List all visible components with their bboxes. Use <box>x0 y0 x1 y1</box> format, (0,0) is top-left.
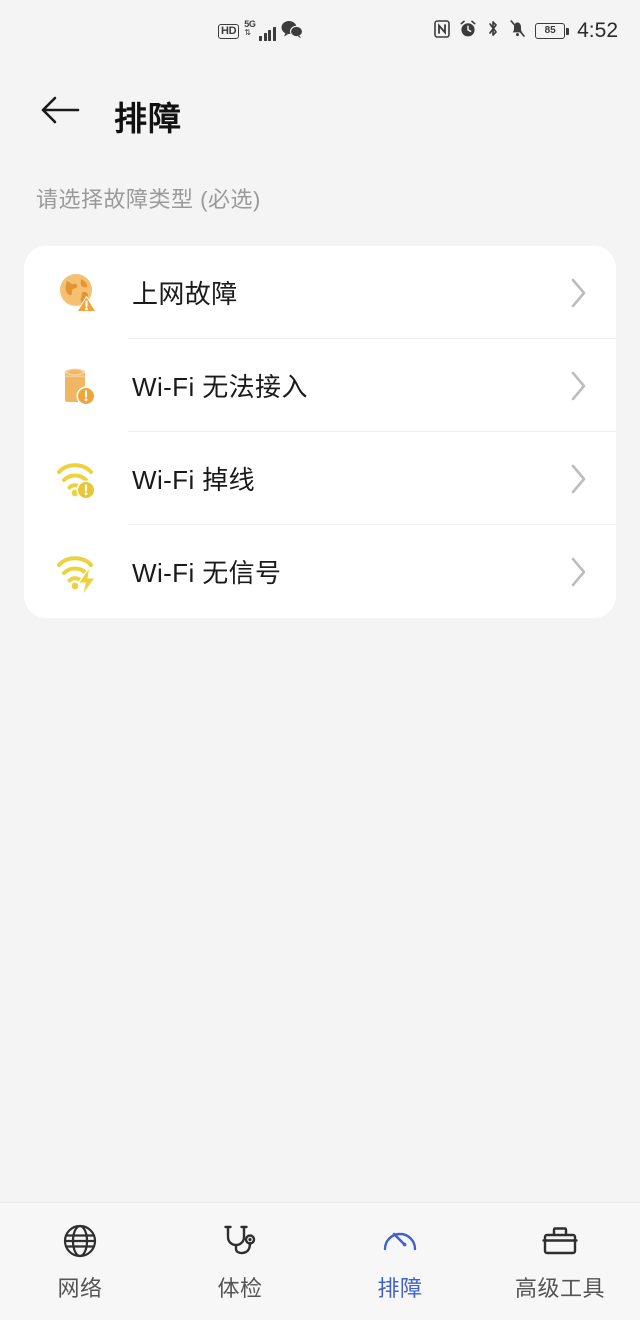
back-arrow-icon <box>39 93 81 132</box>
battery-level-label: 85 <box>545 26 556 36</box>
back-button[interactable] <box>36 88 84 136</box>
wifi-bolt-icon <box>52 546 104 598</box>
list-item-label: Wi-Fi 无法接入 <box>132 367 566 404</box>
list-item-label: 上网故障 <box>132 274 566 311</box>
clock-label: 4:52 <box>577 19 618 43</box>
nav-tab-troubleshoot[interactable]: 排障 <box>320 1203 480 1320</box>
stethoscope-icon <box>220 1221 260 1261</box>
nav-tab-checkup[interactable]: 体检 <box>160 1203 320 1320</box>
bottom-navigation-bar: 网络 体检 排障 <box>0 1202 640 1320</box>
section-label: 请选择故障类型 (必选) <box>36 182 261 214</box>
battery-icon: 85 <box>535 23 565 39</box>
nav-tab-advanced-tools[interactable]: 高级工具 <box>480 1203 640 1320</box>
toolbox-icon <box>540 1221 580 1261</box>
router-alert-icon <box>52 360 104 412</box>
wechat-icon <box>281 20 303 43</box>
data-arrows-icon: ⇅ <box>244 29 251 37</box>
fault-type-list-card: 上网故障 Wi- <box>24 246 616 618</box>
list-item-label: Wi-Fi 无信号 <box>132 553 566 590</box>
status-bar-left: HD 5G ⇅ <box>218 20 303 43</box>
gauge-icon <box>380 1221 420 1261</box>
nav-tab-label: 体检 <box>217 1271 262 1303</box>
globe-icon <box>60 1221 100 1261</box>
wifi-alert-icon <box>52 453 104 505</box>
list-item[interactable]: Wi-Fi 无法接入 <box>24 339 616 432</box>
list-item[interactable]: 上网故障 <box>24 246 616 339</box>
chevron-right-icon <box>566 369 590 403</box>
bluetooth-icon <box>486 19 500 43</box>
page-title: 排障 <box>114 92 182 140</box>
list-item[interactable]: Wi-Fi 无信号 <box>24 525 616 618</box>
app-screen: HD 5G ⇅ <box>0 0 640 1320</box>
nav-tab-label: 网络 <box>57 1271 102 1303</box>
globe-warning-icon <box>52 267 104 319</box>
alarm-icon <box>459 20 477 43</box>
nav-tab-label: 排障 <box>377 1271 422 1303</box>
status-bar-right: 85 4:52 <box>434 19 618 43</box>
hd-icon: HD <box>218 24 239 39</box>
signal-strength-icon: 5G ⇅ <box>244 21 276 41</box>
app-bar: 排障 <box>0 62 640 158</box>
chevron-right-icon <box>566 276 590 310</box>
list-item[interactable]: Wi-Fi 掉线 <box>24 432 616 525</box>
bell-muted-icon <box>509 19 526 43</box>
chevron-right-icon <box>566 462 590 496</box>
nav-tab-label: 高级工具 <box>515 1271 605 1303</box>
status-bar: HD 5G ⇅ <box>0 0 640 62</box>
nfc-icon <box>434 20 450 43</box>
chevron-right-icon <box>566 555 590 589</box>
nav-tab-network[interactable]: 网络 <box>0 1203 160 1320</box>
list-item-label: Wi-Fi 掉线 <box>132 460 566 497</box>
